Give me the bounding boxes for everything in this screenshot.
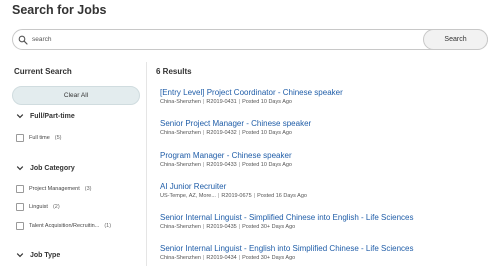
job-list-item: Senior Internal Linguist - English into …: [160, 244, 413, 261]
job-location: China-Shenzhen: [160, 255, 201, 261]
checkbox[interactable]: [16, 185, 24, 193]
current-search-title: Current Search: [14, 67, 72, 76]
job-meta: China-Shenzhen | R2019-0432 | Posted 10 Days…: [160, 130, 311, 136]
facet-full-part-time-toggle[interactable]: Full/Part-time: [16, 112, 75, 120]
option-count: (2): [52, 204, 60, 210]
job-title-link[interactable]: Senior Internal Linguist - English into …: [160, 244, 413, 253]
job-location: China-Shenzhen: [160, 99, 201, 105]
chevron-down-icon: [16, 166, 24, 171]
option-count: (1): [104, 223, 112, 229]
job-list-item: Senior Internal Linguist - Simplified Ch…: [160, 213, 413, 230]
job-posted: Posted 16 Days Ago: [257, 193, 307, 199]
chevron-down-icon: [16, 253, 24, 258]
job-meta: China-Shenzhen | R2019-0435 | Posted 30+ Day…: [160, 224, 413, 230]
chevron-down-icon: [16, 114, 24, 119]
job-meta: China-Shenzhen | R2019-0433 | Posted 10 Days…: [160, 162, 292, 168]
facet-option-talent-acquisition[interactable]: Talent Acquisition/Recruitin... (1): [16, 222, 111, 230]
job-list-item: Senior Project Manager - Chinese speaker…: [160, 119, 311, 136]
search-icon: [18, 35, 28, 45]
job-title-link[interactable]: Senior Internal Linguist - Simplified Ch…: [160, 213, 413, 222]
job-title-link[interactable]: Program Manager - Chinese speaker: [160, 151, 292, 160]
search-input[interactable]: [32, 33, 412, 46]
job-posted: Posted 30+ Days Ago: [242, 255, 296, 261]
checkbox[interactable]: [16, 222, 24, 230]
job-req-id: R2019-0431: [206, 99, 237, 105]
job-location: US-Tempe, AZ, More...: [160, 193, 216, 199]
option-label: Full time: [29, 135, 50, 141]
facet-job-category-toggle[interactable]: Job Category: [16, 164, 75, 172]
job-posted: Posted 10 Days Ago: [242, 99, 292, 105]
job-meta: China-Shenzhen | R2019-0434 | Posted 30+ Day…: [160, 255, 413, 261]
job-title-link[interactable]: AI Junior Recruiter: [160, 182, 307, 191]
checkbox[interactable]: [16, 203, 24, 211]
job-list-item: AI Junior Recruiter US-Tempe, AZ, More..…: [160, 182, 307, 199]
job-req-id: R2019-0432: [206, 130, 237, 136]
facet-title: Job Type: [30, 251, 61, 259]
clear-all-button[interactable]: Clear All: [12, 86, 140, 105]
job-req-id: R2019-0434: [206, 255, 237, 261]
job-req-id: R2019-0675: [221, 193, 252, 199]
facet-option-full-time[interactable]: Full time (5): [16, 134, 62, 142]
job-posted: Posted 10 Days Ago: [242, 130, 292, 136]
job-list-item: [Entry Level] Project Coordinator - Chin…: [160, 88, 343, 105]
option-label: Talent Acquisition/Recruitin...: [29, 223, 100, 229]
facet-option-project-management[interactable]: Project Management (3): [16, 185, 91, 193]
job-posted: Posted 10 Days Ago: [242, 162, 292, 168]
checkbox[interactable]: [16, 134, 24, 142]
facet-job-type-toggle[interactable]: Job Type: [16, 251, 60, 259]
job-title-link[interactable]: Senior Project Manager - Chinese speaker: [160, 119, 311, 128]
facet-title: Full/Part-time: [30, 112, 75, 120]
option-label: Project Management: [29, 186, 80, 192]
sidebar-divider: [146, 62, 147, 266]
job-posted: Posted 30+ Days Ago: [242, 224, 296, 230]
option-label: Linguist: [29, 204, 48, 210]
job-meta: China-Shenzhen | R2019-0431 | Posted 10 Days…: [160, 99, 343, 105]
job-req-id: R2019-0433: [206, 162, 237, 168]
job-list-item: Program Manager - Chinese speaker China-…: [160, 151, 292, 168]
job-req-id: R2019-0435: [206, 224, 237, 230]
facet-title: Job Category: [30, 164, 75, 172]
option-count: (3): [84, 186, 92, 192]
search-bar: Search: [12, 29, 488, 50]
page-title: Search for Jobs: [12, 3, 107, 17]
job-location: China-Shenzhen: [160, 224, 201, 230]
job-location: China-Shenzhen: [160, 162, 201, 168]
option-count: (5): [54, 135, 62, 141]
job-location: China-Shenzhen: [160, 130, 201, 136]
results-count: 6 Results: [156, 67, 192, 76]
search-button[interactable]: Search: [423, 29, 488, 50]
job-meta: US-Tempe, AZ, More... | R2019-0675 | Posted …: [160, 193, 307, 199]
job-title-link[interactable]: [Entry Level] Project Coordinator - Chin…: [160, 88, 343, 97]
facet-option-linguist[interactable]: Linguist (2): [16, 203, 60, 211]
